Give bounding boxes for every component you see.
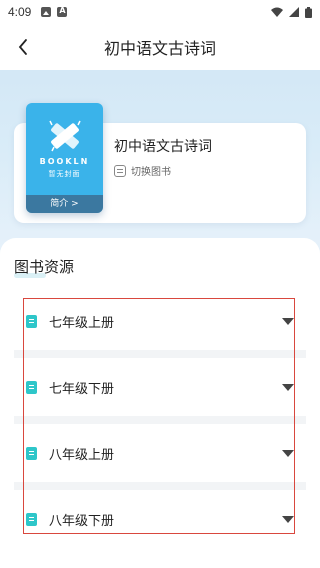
caret-down-icon[interactable] bbox=[282, 516, 294, 523]
document-icon bbox=[26, 446, 37, 460]
grade-item-7b[interactable]: 七年级下册 bbox=[14, 358, 306, 416]
nav-bar: 初中语文古诗词 bbox=[0, 24, 320, 70]
a-icon: A bbox=[57, 6, 68, 17]
grade-label: 七年级上册 bbox=[49, 315, 115, 331]
caret-down-icon[interactable] bbox=[282, 450, 294, 457]
back-button[interactable] bbox=[10, 34, 36, 60]
book-cover[interactable]: BOOKLN 暂无封面 简介 > bbox=[26, 103, 103, 213]
wifi-icon bbox=[271, 7, 283, 17]
document-icon bbox=[26, 512, 37, 526]
image-icon bbox=[41, 7, 52, 17]
switch-icon bbox=[114, 164, 126, 177]
section-title: 图书资源 bbox=[14, 258, 75, 276]
grade-item-7a[interactable]: 七年级上册 bbox=[14, 292, 306, 350]
divider bbox=[14, 482, 306, 490]
status-bar: 4:09 A bbox=[0, 0, 320, 24]
page-title: 初中语文古诗词 bbox=[103, 39, 216, 58]
book-pencil-logo-icon bbox=[49, 120, 81, 152]
battery-icon bbox=[305, 6, 312, 18]
book-title: 初中语文古诗词 bbox=[114, 139, 212, 155]
switch-book-button[interactable]: 切换图书 bbox=[114, 163, 171, 178]
divider bbox=[14, 416, 306, 424]
cover-subtitle: 暂无封面 bbox=[48, 170, 81, 178]
status-time: 4:09 bbox=[8, 5, 32, 19]
document-icon bbox=[26, 314, 37, 328]
caret-down-icon[interactable] bbox=[282, 318, 294, 325]
document-icon bbox=[26, 380, 37, 394]
grade-item-8b[interactable]: 八年级下册 bbox=[14, 490, 306, 548]
signal-icon bbox=[289, 7, 299, 17]
divider bbox=[14, 350, 306, 358]
grade-item-8a[interactable]: 八年级上册 bbox=[14, 424, 306, 482]
cover-brand: BOOKLN bbox=[39, 157, 90, 166]
chevron-left-icon bbox=[18, 39, 27, 55]
grade-label: 八年级下册 bbox=[49, 513, 115, 529]
caret-down-icon[interactable] bbox=[282, 384, 294, 391]
grade-label: 八年级上册 bbox=[49, 447, 115, 463]
grade-label: 七年级下册 bbox=[49, 381, 115, 397]
switch-book-label: 切换图书 bbox=[131, 167, 171, 178]
intro-button[interactable]: 简介 > bbox=[26, 195, 103, 213]
